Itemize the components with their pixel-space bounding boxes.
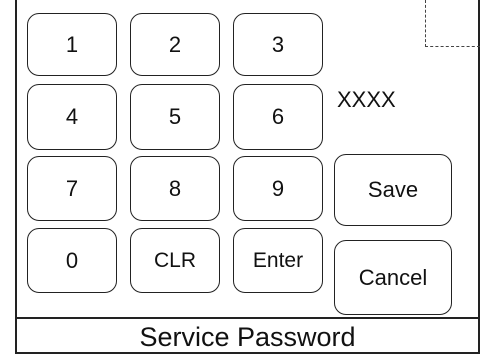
page-title: Service Password (15, 317, 480, 356)
clear-button[interactable]: CLR (130, 228, 220, 293)
key-7[interactable]: 7 (27, 156, 117, 221)
key-4[interactable]: 4 (27, 84, 117, 150)
key-0[interactable]: 0 (27, 228, 117, 293)
key-2[interactable]: 2 (130, 13, 220, 76)
key-3[interactable]: 3 (233, 13, 323, 76)
key-5[interactable]: 5 (130, 84, 220, 150)
enter-button[interactable]: Enter (233, 228, 323, 293)
key-1[interactable]: 1 (27, 13, 117, 76)
key-6[interactable]: 6 (233, 84, 323, 150)
save-button[interactable]: Save (334, 154, 452, 226)
key-8[interactable]: 8 (130, 156, 220, 221)
password-display: XXXX (337, 87, 396, 112)
placeholder-area (425, 0, 480, 47)
cancel-button[interactable]: Cancel (334, 240, 452, 315)
key-9[interactable]: 9 (233, 156, 323, 221)
